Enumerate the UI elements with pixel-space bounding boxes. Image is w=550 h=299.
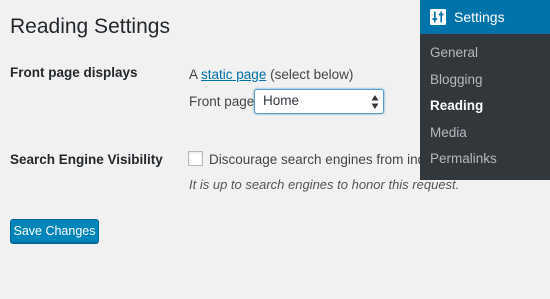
reading-settings-page: Reading Settings Front page displays A s… [0,0,550,299]
page-title: Reading Settings [10,15,170,38]
front-page-select-label: Front page: [189,94,259,109]
discourage-search-engines-checkbox[interactable] [188,151,203,166]
front-page-prefix: A [189,67,198,82]
menu-item-blogging[interactable]: Blogging [430,71,483,89]
front-page-select-value: Home [263,93,300,108]
settings-flyout-menu: Settings General Blogging Reading Media … [420,0,550,180]
static-page-link[interactable]: static page [201,67,266,82]
menu-item-permalinks[interactable]: Permalinks [430,150,497,168]
front-page-select[interactable]: Home [254,89,384,114]
front-page-description: A static page (select below) [189,66,353,84]
save-changes-button[interactable]: Save Changes [10,219,99,243]
search-visibility-help-text: It is up to search engines to honor this… [189,177,460,192]
front-page-row-label: Front page displays [10,65,138,80]
settings-sliders-icon [430,9,446,25]
menu-item-reading[interactable]: Reading [430,97,483,115]
search-visibility-row-label: Search Engine Visibility [10,152,163,167]
menu-item-media[interactable]: Media [430,124,467,142]
menu-item-general[interactable]: General [430,44,478,62]
select-updown-icon [371,95,379,109]
settings-menu-title: Settings [454,9,505,25]
front-page-suffix: (select below) [270,67,354,82]
settings-menu-header[interactable]: Settings [420,0,550,34]
